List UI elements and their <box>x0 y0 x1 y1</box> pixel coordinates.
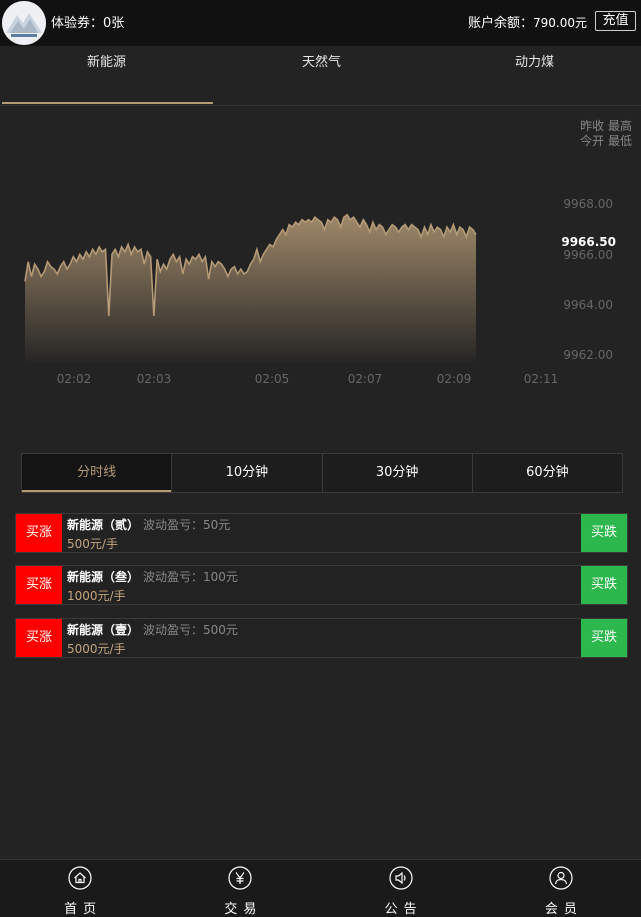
nav-trade-label: 交易 <box>224 902 263 917</box>
period-10min[interactable]: 10分钟 <box>171 454 322 492</box>
period-60min[interactable]: 60分钟 <box>471 454 622 492</box>
price-area <box>25 214 476 361</box>
nav-member[interactable]: 会员 <box>481 860 641 917</box>
nav-home-label: 首页 <box>64 902 103 917</box>
buy-down-button[interactable]: 买跌 <box>581 514 627 552</box>
voucher-count: 体验券：0张 <box>51 16 125 31</box>
buy-down-button[interactable]: 买跌 <box>581 566 627 604</box>
quote-line-open-low: 今开 最低 <box>580 134 632 148</box>
product-fluctuation: 波动盈亏：50元 <box>143 518 231 532</box>
product-name: 新能源（贰） <box>67 518 140 532</box>
nav-notice-label: 公告 <box>384 902 423 917</box>
product-row: 买涨 新能源（贰） 波动盈亏：50元 500元/手 买跌 <box>15 513 628 553</box>
nav-trade[interactable]: 交易 <box>160 860 320 917</box>
period-30min[interactable]: 30分钟 <box>321 454 472 492</box>
product-fluctuation: 波动盈亏：100元 <box>143 570 238 584</box>
y-tick-label: 9964.00 <box>563 298 613 312</box>
buy-up-button[interactable]: 买涨 <box>16 514 62 552</box>
tab-new-energy[interactable]: 新能源 <box>0 46 213 106</box>
avatar[interactable] <box>2 1 46 45</box>
tab-thermal-coal[interactable]: 动力煤 <box>428 46 641 106</box>
product-row: 买涨 新能源（壹） 波动盈亏：500元 5000元/手 买跌 <box>15 618 628 658</box>
period-timeline[interactable]: 分时线 <box>22 454 172 492</box>
x-tick-label: 02:02 <box>57 372 92 386</box>
price-chart: 9968.00 9966.00 9964.00 9962.00 9966.50 02:02… <box>0 106 641 406</box>
product-price: 500元/手 <box>67 537 118 551</box>
balance-value: 790.00元 <box>533 16 587 30</box>
x-tick-label: 02:09 <box>437 372 472 386</box>
current-price-label: 9966.50 <box>561 235 616 249</box>
x-tick-label: 02:03 <box>137 372 172 386</box>
nav-member-label: 会员 <box>544 902 583 917</box>
nav-home[interactable]: 首页 <box>0 860 160 917</box>
price-chart-svg: 9968.00 9966.00 9964.00 9962.00 9966.50 02:02… <box>24 197 616 386</box>
account-balance: 账户余额：790.00元 <box>468 12 587 31</box>
product-name: 新能源（壹） <box>67 623 140 637</box>
home-icon <box>68 866 92 890</box>
product-name: 新能源（叁） <box>67 570 140 584</box>
x-tick-label: 02:11 <box>524 372 559 386</box>
y-tick-label: 9968.00 <box>563 197 613 211</box>
buy-up-button[interactable]: 买涨 <box>16 619 62 657</box>
top-header: 体验券：0张 账户余额：790.00元 充值 <box>0 0 641 46</box>
commodity-tabs: 新能源 天然气 动力煤 <box>0 46 641 106</box>
quote-labels: 昨收 最高 今开 最低 <box>580 119 632 149</box>
y-tick-label: 9966.00 <box>563 248 613 262</box>
product-price: 1000元/手 <box>67 589 126 603</box>
quote-line-prev-close-high: 昨收 最高 <box>580 119 632 133</box>
product-fluctuation: 波动盈亏：500元 <box>143 623 238 637</box>
mountain-logo-icon <box>2 1 46 45</box>
buy-down-button[interactable]: 买跌 <box>581 619 627 657</box>
buy-up-button[interactable]: 买涨 <box>16 566 62 604</box>
period-selector: 分时线 10分钟 30分钟 60分钟 <box>21 453 623 493</box>
nav-notice[interactable]: 公告 <box>321 860 481 917</box>
x-tick-label: 02:05 <box>255 372 290 386</box>
yen-icon <box>228 866 252 890</box>
product-price: 5000元/手 <box>67 642 126 656</box>
bottom-nav: 首页 交易 公告 会员 <box>0 859 641 917</box>
user-icon <box>549 866 573 890</box>
x-tick-label: 02:07 <box>348 372 383 386</box>
recharge-button[interactable]: 充值 <box>595 11 636 31</box>
y-tick-label: 9962.00 <box>563 348 613 362</box>
balance-label: 账户余额： <box>467 16 533 31</box>
product-row: 买涨 新能源（叁） 波动盈亏：100元 1000元/手 买跌 <box>15 565 628 605</box>
tab-natural-gas[interactable]: 天然气 <box>215 46 428 106</box>
speaker-icon <box>389 866 413 890</box>
